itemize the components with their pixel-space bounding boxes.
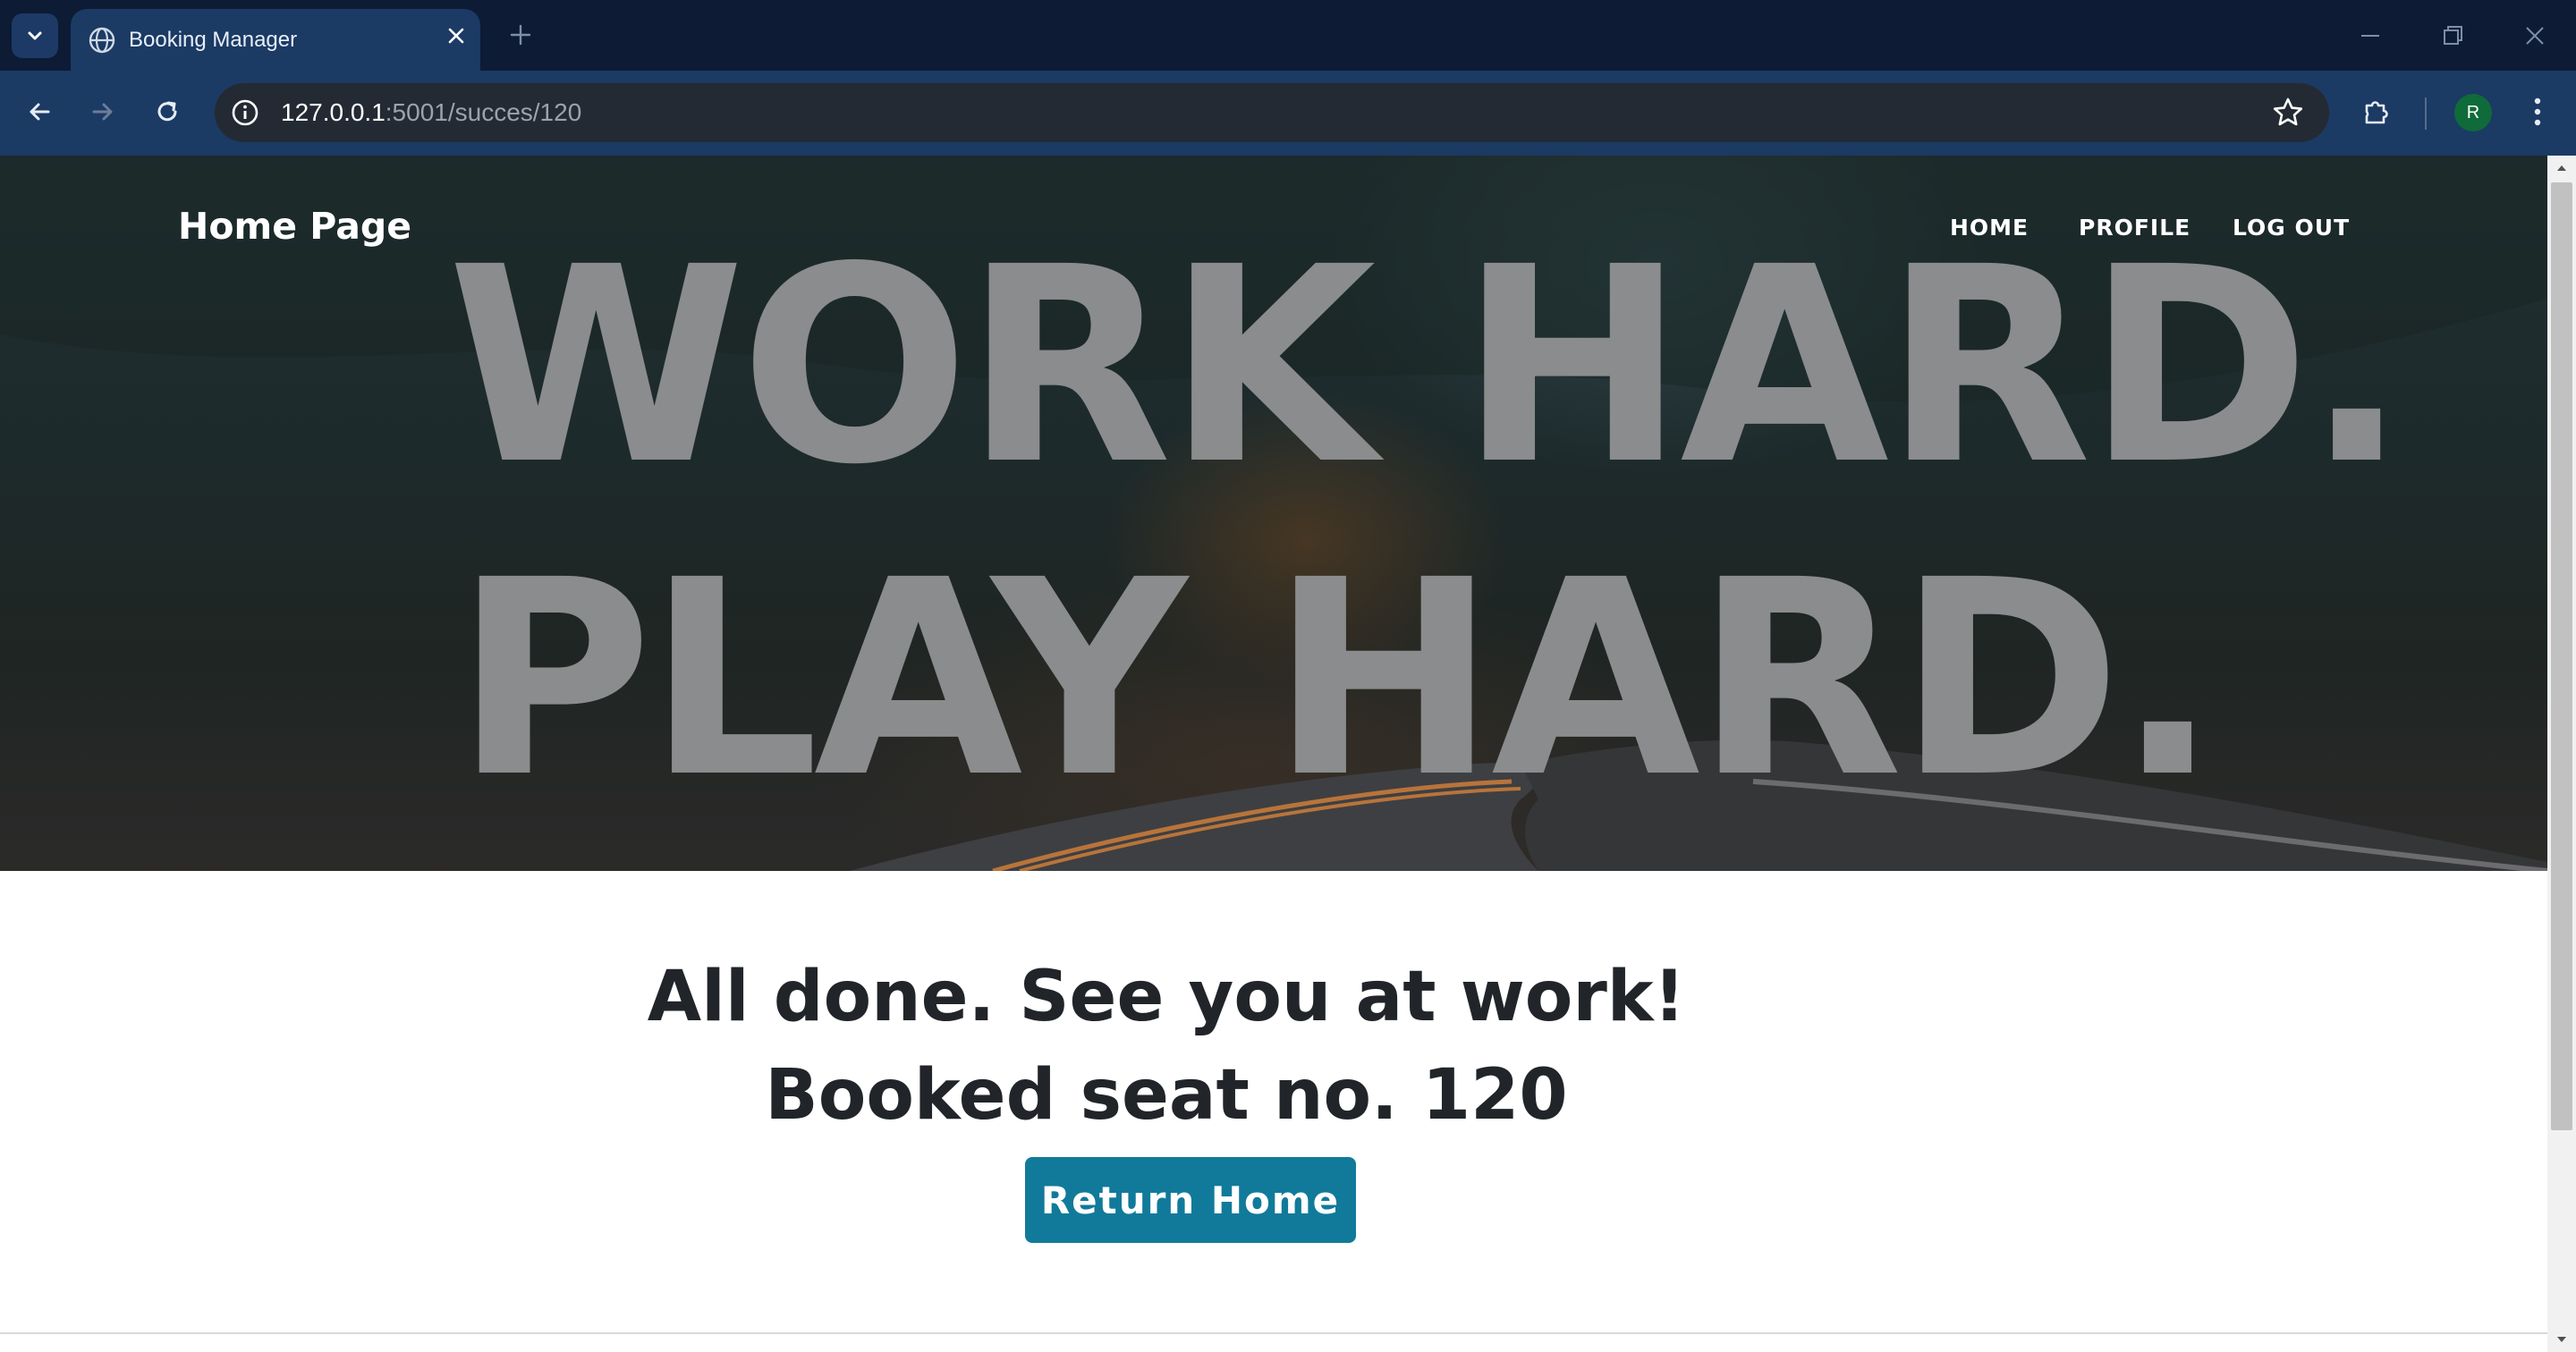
menu-button[interactable] bbox=[2518, 92, 2557, 131]
reload-icon bbox=[157, 101, 177, 122]
puzzle-icon bbox=[2365, 101, 2388, 124]
back-button[interactable] bbox=[20, 92, 59, 131]
arrow-left-icon bbox=[30, 103, 50, 121]
url-path: :5001/succes/120 bbox=[385, 98, 582, 126]
tab-strip: Booking Manager bbox=[0, 0, 2576, 71]
profile-avatar[interactable]: R bbox=[2454, 94, 2492, 131]
minimize-icon[interactable] bbox=[2356, 21, 2385, 50]
browser-tab[interactable]: Booking Manager bbox=[71, 9, 480, 71]
restore-icon[interactable] bbox=[2438, 21, 2467, 50]
address-bar[interactable]: 127.0.0.1:5001/succes/120 bbox=[215, 83, 2329, 142]
page-scrollbar[interactable] bbox=[2547, 156, 2576, 1352]
extensions-button[interactable] bbox=[2357, 92, 2396, 131]
browser-window: Booking Manager 127.0.0.1:5001/succes/12… bbox=[0, 0, 2576, 1352]
scrollbar-thumb[interactable] bbox=[2551, 182, 2572, 1130]
scroll-up-arrow-icon[interactable] bbox=[2555, 161, 2569, 175]
chevron-down-icon bbox=[28, 31, 42, 40]
kebab-menu-icon bbox=[2534, 97, 2541, 126]
new-tab-icon[interactable] bbox=[507, 21, 534, 48]
tab-title: Booking Manager bbox=[129, 28, 298, 52]
url-text: 127.0.0.1:5001/succes/120 bbox=[281, 98, 581, 127]
tab-search-button[interactable] bbox=[12, 13, 58, 58]
reload-button[interactable] bbox=[148, 92, 187, 131]
close-tab-icon[interactable] bbox=[445, 25, 467, 46]
success-message: All done. See you at work! bbox=[647, 957, 1686, 1037]
booked-seat-message: Booked seat no. 120 bbox=[765, 1055, 1568, 1136]
forward-button[interactable] bbox=[83, 92, 123, 131]
toolbar-separator bbox=[2425, 97, 2427, 130]
hero-section: Home Page HOME PROFILE LOG OUT WORK HARD… bbox=[0, 156, 2547, 871]
bookmark-star-icon[interactable] bbox=[2270, 95, 2306, 131]
browser-toolbar: 127.0.0.1:5001/succes/120 R bbox=[0, 71, 2576, 156]
return-home-button[interactable]: Return Home bbox=[1025, 1157, 1356, 1243]
close-window-icon[interactable] bbox=[2521, 21, 2549, 50]
scroll-down-arrow-icon[interactable] bbox=[2555, 1332, 2569, 1347]
slogan-line-1: WORK HARD. bbox=[447, 210, 2408, 524]
info-icon bbox=[232, 99, 258, 126]
site-brand[interactable]: Home Page bbox=[178, 205, 411, 248]
url-host: 127.0.0.1 bbox=[281, 98, 386, 126]
page-divider bbox=[0, 1332, 2547, 1334]
globe-icon bbox=[89, 27, 115, 54]
slogan-line-2: PLAY HARD. bbox=[454, 523, 2219, 837]
site-info-button[interactable] bbox=[225, 93, 265, 132]
arrow-right-icon bbox=[92, 103, 113, 121]
